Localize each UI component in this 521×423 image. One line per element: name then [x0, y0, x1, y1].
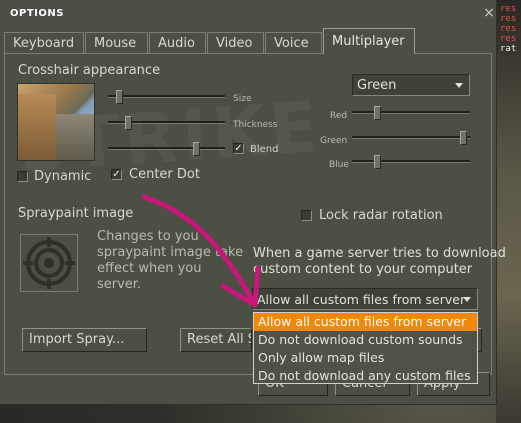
dropdown-option[interactable]: Do not download custom sounds	[254, 331, 477, 349]
target-icon	[23, 237, 75, 289]
dropdown-option[interactable]: Allow all custom files from server	[254, 313, 477, 331]
spray-preview	[20, 234, 78, 292]
center-dot-checkbox[interactable]: ✓	[111, 169, 122, 180]
center-dot-label: Center Dot	[129, 167, 200, 182]
spray-description-line: spraypaint image take	[97, 245, 244, 260]
dynamic-label: Dynamic	[34, 169, 92, 184]
chevron-down-icon	[463, 297, 471, 302]
tab-video[interactable]: Video	[207, 32, 264, 54]
lock-radar-checkbox[interactable]	[301, 210, 312, 221]
blend-checkbox[interactable]: ✓	[233, 143, 244, 154]
window-title: OPTIONS	[10, 8, 64, 19]
console-line: res	[500, 24, 517, 34]
red-label: Red	[330, 111, 348, 121]
blue-slider[interactable]	[352, 155, 470, 169]
dropdown-option[interactable]: Do not download any custom files	[254, 367, 477, 385]
size-label: Size	[233, 94, 252, 104]
crosshair-section-label: Crosshair appearance	[18, 63, 161, 78]
console-line: res	[500, 14, 517, 24]
console-line: res	[500, 34, 517, 44]
green-label: Green	[320, 136, 348, 146]
download-filter-value: Allow all custom files from server	[257, 292, 466, 307]
spray-description-line: effect when you	[97, 261, 202, 276]
dynamic-checkbox[interactable]	[17, 171, 28, 182]
green-slider[interactable]	[352, 131, 470, 145]
console-line: res	[500, 4, 517, 14]
tab-keyboard[interactable]: Keyboard	[4, 32, 84, 54]
size-slider[interactable]	[108, 90, 225, 104]
chevron-down-icon	[455, 83, 463, 88]
thickness-slider[interactable]	[108, 116, 225, 130]
blue-label: Blue	[329, 160, 349, 170]
game-background-strip	[496, 0, 521, 423]
tab-bar: Keyboard Mouse Audio Video Voice Multipl…	[4, 28, 416, 54]
download-filter-select[interactable]: Allow all custom files from server	[252, 288, 478, 310]
spray-description-line: Changes to you	[97, 229, 199, 244]
red-slider[interactable]	[352, 106, 470, 120]
download-prompt-line: When a game server tries to download	[253, 246, 506, 261]
import-spray-button[interactable]: Import Spray...	[22, 328, 147, 352]
console-output: res res res res rat	[500, 4, 521, 54]
tab-mouse[interactable]: Mouse	[85, 32, 148, 54]
spray-section-label: Spraypaint image	[18, 206, 134, 221]
tab-voice[interactable]: Voice	[265, 32, 322, 54]
translucency-slider[interactable]	[108, 142, 225, 156]
spray-description-line: server.	[97, 277, 142, 292]
dropdown-option[interactable]: Only allow map files	[254, 349, 477, 367]
crosshair-preview	[17, 83, 95, 161]
console-line: rat	[500, 44, 517, 54]
blend-label: Blend	[250, 144, 279, 155]
thickness-label: Thickness	[233, 120, 278, 130]
tab-audio[interactable]: Audio	[149, 32, 206, 54]
tab-multiplayer[interactable]: Multiplayer	[323, 28, 415, 54]
download-filter-dropdown: Allow all custom files from server Do no…	[253, 312, 478, 384]
lock-radar-label: Lock radar rotation	[319, 208, 443, 223]
reset-all-button[interactable]: Reset All St	[180, 328, 252, 352]
download-prompt-line: custom content to your computer	[253, 262, 473, 277]
crosshair-color-select[interactable]: Green	[352, 74, 470, 96]
crosshair-color-value: Green	[357, 78, 397, 93]
close-icon[interactable]: ×	[482, 6, 496, 20]
